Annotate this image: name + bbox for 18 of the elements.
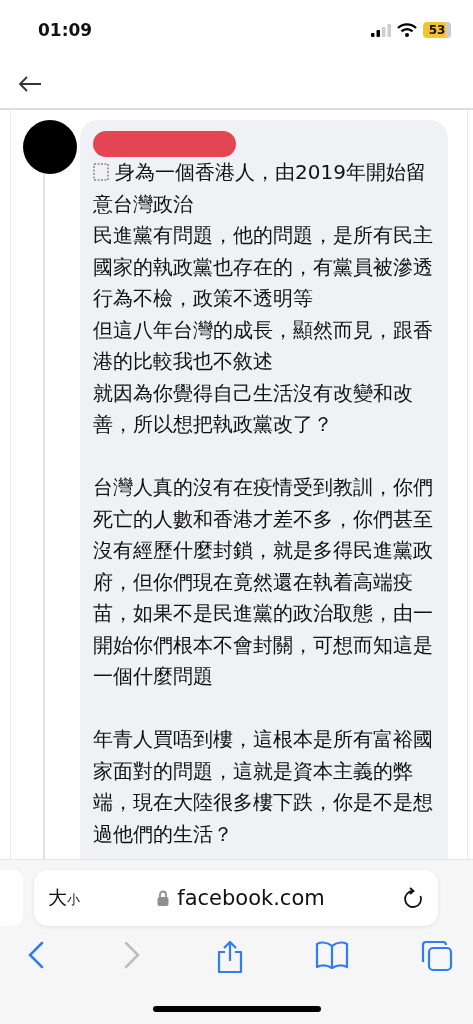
comment-paragraph: 台灣人真的沒有在疫情受到教訓，你們 死亡的人數和香港才差不多，你們甚至 沒有經歷什麼封鎖，就是多得民進黨政 府，但你們現在竟然還在執着高端疫 苗，如果不是民進黨的政治取態，由一 開始你們根本不會封關，可想而知這是 一個什麼問題 <box>93 474 434 690</box>
comment-paragraph: 年青人買唔到樓，這根本是所有富裕國 家面對的問題，這就是資本主義的弊 端，現在大陸很多樓下跌，你是不是想 過他們的生活？ <box>93 726 434 848</box>
url-text: facebook.com <box>177 886 325 910</box>
avatar <box>23 120 77 174</box>
back-arrow-icon[interactable] <box>18 75 42 93</box>
placeholder-icon <box>93 163 109 181</box>
share-icon[interactable] <box>215 940 244 974</box>
address-bar[interactable]: 大小 facebook.com <box>34 870 438 926</box>
comment-paragraph: 身為一個香港人，由2019年開始留 意台灣政治 民進黨有問題，他的問題，是所有民主 國家的執政黨也存在的，有黨員被滲透 行為不檢，政策不透明等 但這八年台灣的成長，顯然而見，跟香 港的比較我也不敘述 就因為你覺得自己生活沒有改變和改 善，所以想把執政黨改了？ <box>93 159 434 438</box>
wifi-icon <box>397 23 417 37</box>
reload-icon[interactable] <box>402 887 424 909</box>
book-icon[interactable] <box>315 940 350 970</box>
lock-icon <box>157 890 170 906</box>
tabs-icon[interactable] <box>421 940 453 972</box>
battery-level: 53 <box>423 22 451 38</box>
text-size-button[interactable]: 大小 <box>48 885 80 911</box>
clock-time: 01:09 <box>38 20 93 40</box>
signal-icon <box>371 23 391 37</box>
